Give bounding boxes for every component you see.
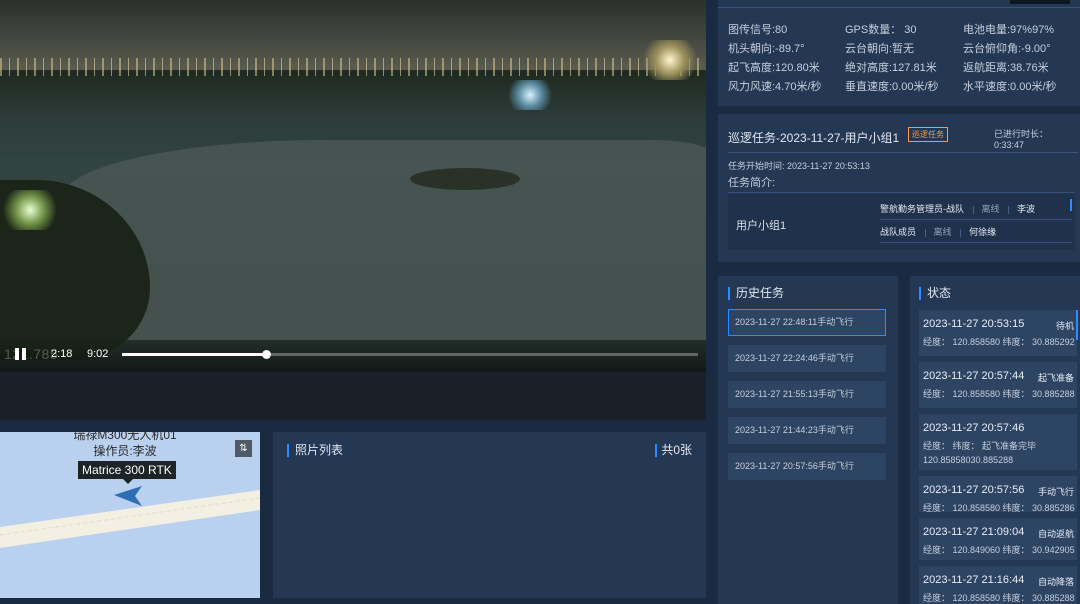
video-river xyxy=(60,140,706,340)
photo-list-panel: 照片列表 共0张 xyxy=(273,432,706,598)
history-item[interactable]: 2023-11-27 22:48:11手动飞行 xyxy=(728,309,886,336)
telemetry-value: 返航距离:38.76米 xyxy=(963,62,1049,74)
video-footer xyxy=(0,372,706,420)
status-coordinates: 经度： 120.858580 纬度： 30.885288 xyxy=(923,593,1075,603)
scrollbar[interactable] xyxy=(1070,199,1072,211)
scrollbar[interactable] xyxy=(1076,310,1078,340)
mission-elapsed: 已进行时长： 0:33:47 xyxy=(994,129,1049,150)
member-role: 战队成员 xyxy=(880,227,917,237)
status-state: 待机 xyxy=(1055,321,1074,331)
duration: 9:02 xyxy=(87,348,109,360)
uav-model-label: Matrice 300 RTK xyxy=(78,461,176,484)
history-item[interactable]: 2023-11-27 21:55:13手动飞行 xyxy=(728,381,886,408)
status-state: 自动降落 xyxy=(1037,577,1074,587)
mission-panel: 巡逻任务-2023-11-27-用户小组1 巡逻任务 已进行时长： 0:33:4… xyxy=(718,114,1080,262)
member-name: 何徐缘 xyxy=(969,227,997,237)
group-box: 用户小组1 警航勤务管理员-战队 离线 李波 战队成员 离线 何徐缘 xyxy=(728,192,1075,250)
photo-count: 共0张 xyxy=(655,444,692,457)
telemetry-value: 起飞高度:120.80米 xyxy=(728,62,820,74)
video-island xyxy=(410,168,520,190)
drone-dashboard: 121.785 2:18 9:02 瑞禄M300无人机01 操作员:李波 Mat… xyxy=(0,0,1080,604)
uav-title: 瑞禄M300无人机01 xyxy=(73,432,177,442)
member-role: 警航勤务管理员-战队 xyxy=(880,204,964,214)
video-city-lights xyxy=(0,58,706,76)
video-progress-handle[interactable] xyxy=(262,350,271,359)
photo-list-title: 照片列表 xyxy=(287,444,343,457)
telemetry-value: 图传信号:80 xyxy=(728,24,788,36)
status-entry: 2023-11-27 20:57:46 经度： 纬度： 起飞准备完毕 120.858… xyxy=(919,414,1077,470)
pause-icon[interactable] xyxy=(14,347,28,361)
group-name: 用户小组1 xyxy=(736,220,787,232)
history-item[interactable]: 2023-11-27 22:24:46手动飞行 xyxy=(728,345,886,372)
map-view[interactable]: 瑞禄M300无人机01 操作员:李波 Matrice 300 RTK ⇅ xyxy=(0,432,260,598)
mission-title: 巡逻任务-2023-11-27-用户小组1 xyxy=(728,131,900,145)
telemetry-value: 水平速度:0.00米/秒 xyxy=(963,81,1057,93)
status-coordinates: 经度： 纬度： 起飞准备完毕 xyxy=(923,441,1037,451)
divider xyxy=(972,205,974,214)
map-toggle-icon[interactable]: ⇅ xyxy=(235,440,252,457)
status-entry: 2023-11-27 21:16:44 自动降落经度： 120.858580 纬度… xyxy=(919,566,1077,604)
status-coordinates: 经度： 120.858580 纬度： 30.885292 xyxy=(923,337,1075,347)
video-light-glow xyxy=(0,190,60,230)
telemetry-panel: 图传信号:80 GPS数量： 30 电池电量:97%97% 机头朝向:-89.7° 云台… xyxy=(718,0,1080,106)
status-time: 2023-11-27 21:09:04 xyxy=(923,526,1025,538)
telemetry-value: 绝对高度:127.81米 xyxy=(845,62,937,74)
telemetry-corner-tab xyxy=(1010,0,1070,4)
member-row[interactable]: 警航勤务管理员-战队 离线 李波 xyxy=(880,198,1072,220)
history-item[interactable]: 2023-11-27 21:44:23手动飞行 xyxy=(728,417,886,444)
history-panel: 历史任务 2023-11-27 22:48:11手动飞行 2023-11-27 2… xyxy=(718,276,898,604)
divider xyxy=(924,228,926,237)
telemetry-value: GPS数量： 30 xyxy=(845,24,917,36)
mission-brief-label: 任务简介: xyxy=(728,177,776,189)
status-coordinates: 经度： 120.849060 纬度： 30.942905 xyxy=(923,545,1075,555)
history-title: 历史任务 xyxy=(728,287,784,300)
status-entry: 2023-11-27 20:53:15 待机经度： 120.858580 纬度： … xyxy=(919,310,1077,356)
video-overlay-ghost-text: 121.785 xyxy=(4,346,59,362)
video-light-glow xyxy=(505,80,555,110)
divider xyxy=(1007,205,1009,214)
member-status: 离线 xyxy=(933,227,952,237)
status-state: 起飞准备 xyxy=(1037,373,1074,383)
status-coordinates: 经度： 120.858580 纬度： 30.885286 xyxy=(923,503,1075,513)
status-time: 2023-11-27 20:57:56 xyxy=(923,484,1025,496)
telemetry-value: 云台朝向:暂无 xyxy=(845,43,915,55)
status-coordinates: 经度： 120.858580 纬度： 30.885288 xyxy=(923,389,1075,399)
telemetry-value: 云台俯仰角:-9.00° xyxy=(963,43,1051,55)
member-row[interactable]: 战队成员 离线 何徐缘 xyxy=(880,221,1072,243)
telemetry-value: 垂直速度:0.00米/秒 xyxy=(845,81,939,93)
status-entry: 2023-11-27 20:57:44 起飞准备经度： 120.858580 纬度… xyxy=(919,362,1077,408)
history-item[interactable]: 2023-11-27 20:57:56手动飞行 xyxy=(728,453,886,480)
mission-start-time: 任务开始时间: 2023-11-27 20:53:13 xyxy=(728,161,870,171)
status-time: 2023-11-27 20:57:46 xyxy=(923,422,1025,434)
status-time: 2023-11-27 20:57:44 xyxy=(923,370,1025,382)
divider xyxy=(728,152,1078,153)
status-entry: 2023-11-27 21:09:04 自动返航经度： 120.849060 纬度… xyxy=(919,518,1077,560)
status-state: 手动飞行 xyxy=(1037,487,1074,497)
divider xyxy=(959,228,961,237)
current-time: 2:18 xyxy=(51,348,73,360)
status-coordinates: 120.85858030.885288 xyxy=(923,455,1014,465)
status-time: 2023-11-27 21:16:44 xyxy=(923,574,1025,586)
member-name: 李波 xyxy=(1017,204,1036,214)
video-light-glow xyxy=(640,40,700,80)
status-panel: 状态 2023-11-27 20:53:15 待机经度： 120.858580 纬… xyxy=(910,276,1080,604)
status-state: 自动返航 xyxy=(1037,529,1074,539)
telemetry-value: 风力风速:4.70米/秒 xyxy=(728,81,822,93)
video-progress-fill xyxy=(122,353,266,356)
video-feed[interactable]: 121.785 2:18 9:02 xyxy=(0,0,706,372)
uav-arrow-icon xyxy=(114,486,142,506)
telemetry-value: 机头朝向:-89.7° xyxy=(728,43,805,55)
status-entry: 2023-11-27 20:57:56 手动飞行经度： 120.858580 纬度… xyxy=(919,476,1077,513)
uav-operator: 操作员:李波 xyxy=(93,444,157,458)
mission-type-badge: 巡逻任务 xyxy=(908,127,948,142)
telemetry-value: 电池电量:97%97% xyxy=(963,24,1055,36)
status-time: 2023-11-27 20:53:15 xyxy=(923,318,1025,330)
video-progress-bar[interactable] xyxy=(122,350,698,359)
member-status: 离线 xyxy=(981,204,1000,214)
status-title: 状态 xyxy=(919,287,951,300)
